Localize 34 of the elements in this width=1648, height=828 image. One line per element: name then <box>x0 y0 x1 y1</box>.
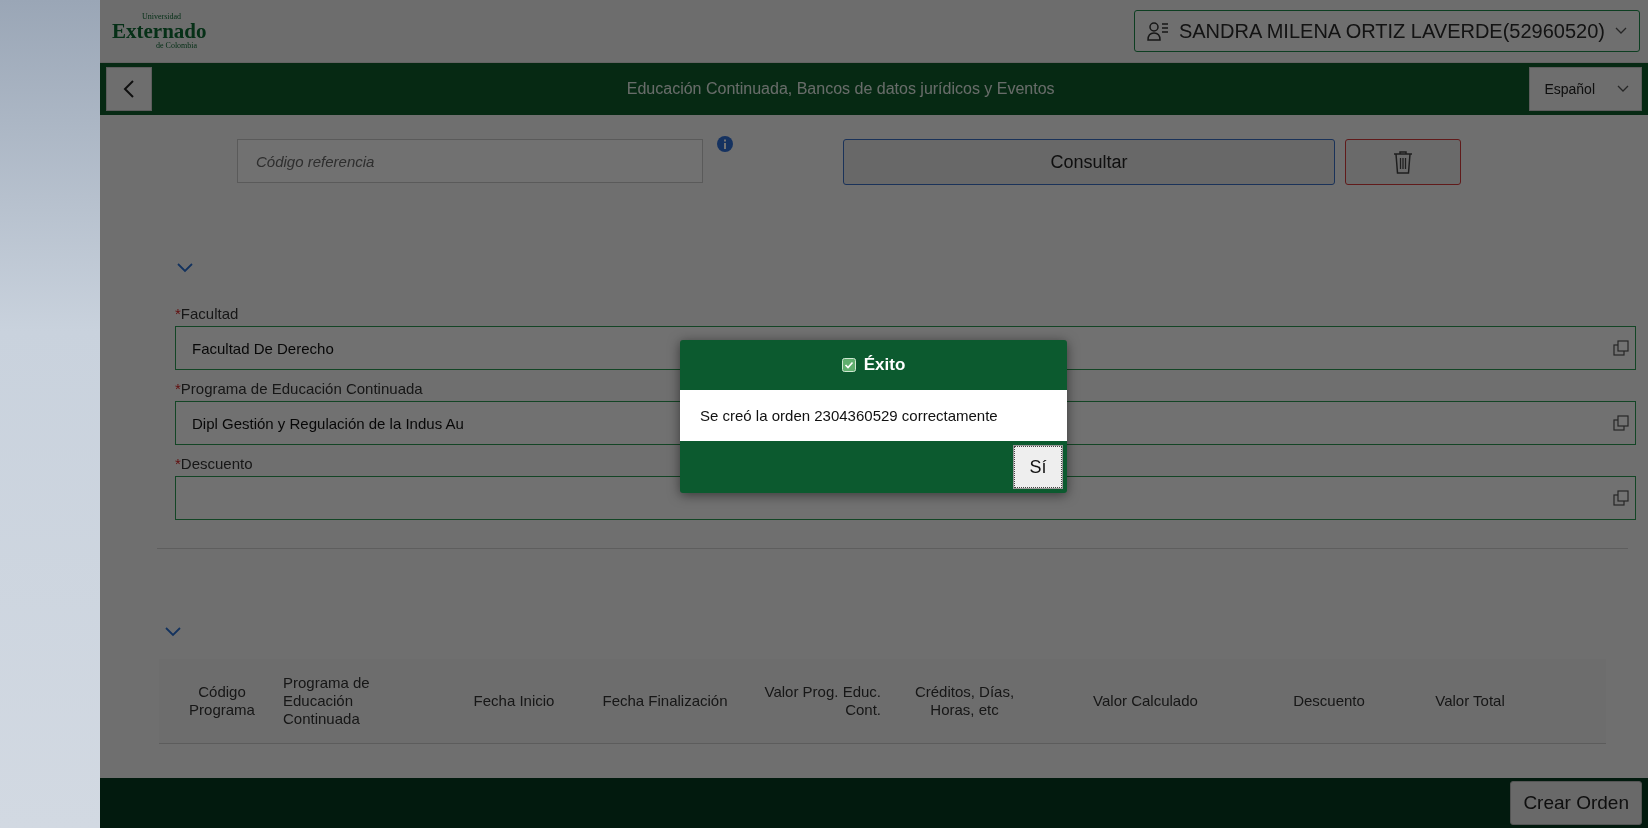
user-icon <box>1146 21 1169 41</box>
field-label: *Descuento <box>175 455 253 472</box>
page-title: Educación Continuada, Bancos de datos jurídicos y Eventos <box>625 80 1056 98</box>
trash-icon <box>1392 150 1414 174</box>
column-header: Valor Calculado <box>1092 692 1199 710</box>
yes-button[interactable]: Sí <box>1014 446 1062 488</box>
check-icon <box>841 358 856 372</box>
create-order-button[interactable]: Crear Orden <box>1510 781 1642 825</box>
info-icon <box>717 136 733 152</box>
chevron-down-icon <box>1615 27 1627 35</box>
column-header: Fecha Finalización <box>601 692 729 710</box>
field-label: *Facultad <box>175 305 239 322</box>
consult-button[interactable]: Consultar <box>843 139 1335 185</box>
logo: Universidad Externado de Colombia <box>112 12 207 50</box>
chevron-down-icon <box>1617 85 1629 93</box>
column-header: Valor Total <box>1434 692 1506 710</box>
column-header: Fecha Inicio <box>472 692 556 710</box>
column-header: Programa de Educación Continuada <box>282 674 371 728</box>
value-help-icon <box>1613 415 1629 431</box>
dialog-message: Se creó la orden 2304360529 correctamente <box>680 390 1067 441</box>
column-header: Valor Prog. Educ. Cont. <box>763 683 882 719</box>
value-help-icon <box>1613 340 1629 356</box>
user-menu-button[interactable]: SANDRA MILENA ORTIZ LAVERDE(52960520) <box>1133 10 1640 52</box>
dialog-title: Éxito <box>863 355 906 375</box>
column-header: Código Programa <box>188 683 256 719</box>
chevron-left-icon <box>123 79 135 99</box>
column-header: Descuento <box>1292 692 1366 710</box>
language-select[interactable]: Español <box>1529 67 1642 111</box>
value-help-icon <box>1613 490 1629 506</box>
column-header: Créditos, Días, Horas, etc <box>913 683 1016 719</box>
back-button[interactable] <box>106 67 152 111</box>
input-field[interactable]: Código referencia <box>237 139 703 183</box>
field-label: *Programa de Educación Continuada <box>175 380 423 397</box>
delete-button[interactable] <box>1345 139 1461 185</box>
